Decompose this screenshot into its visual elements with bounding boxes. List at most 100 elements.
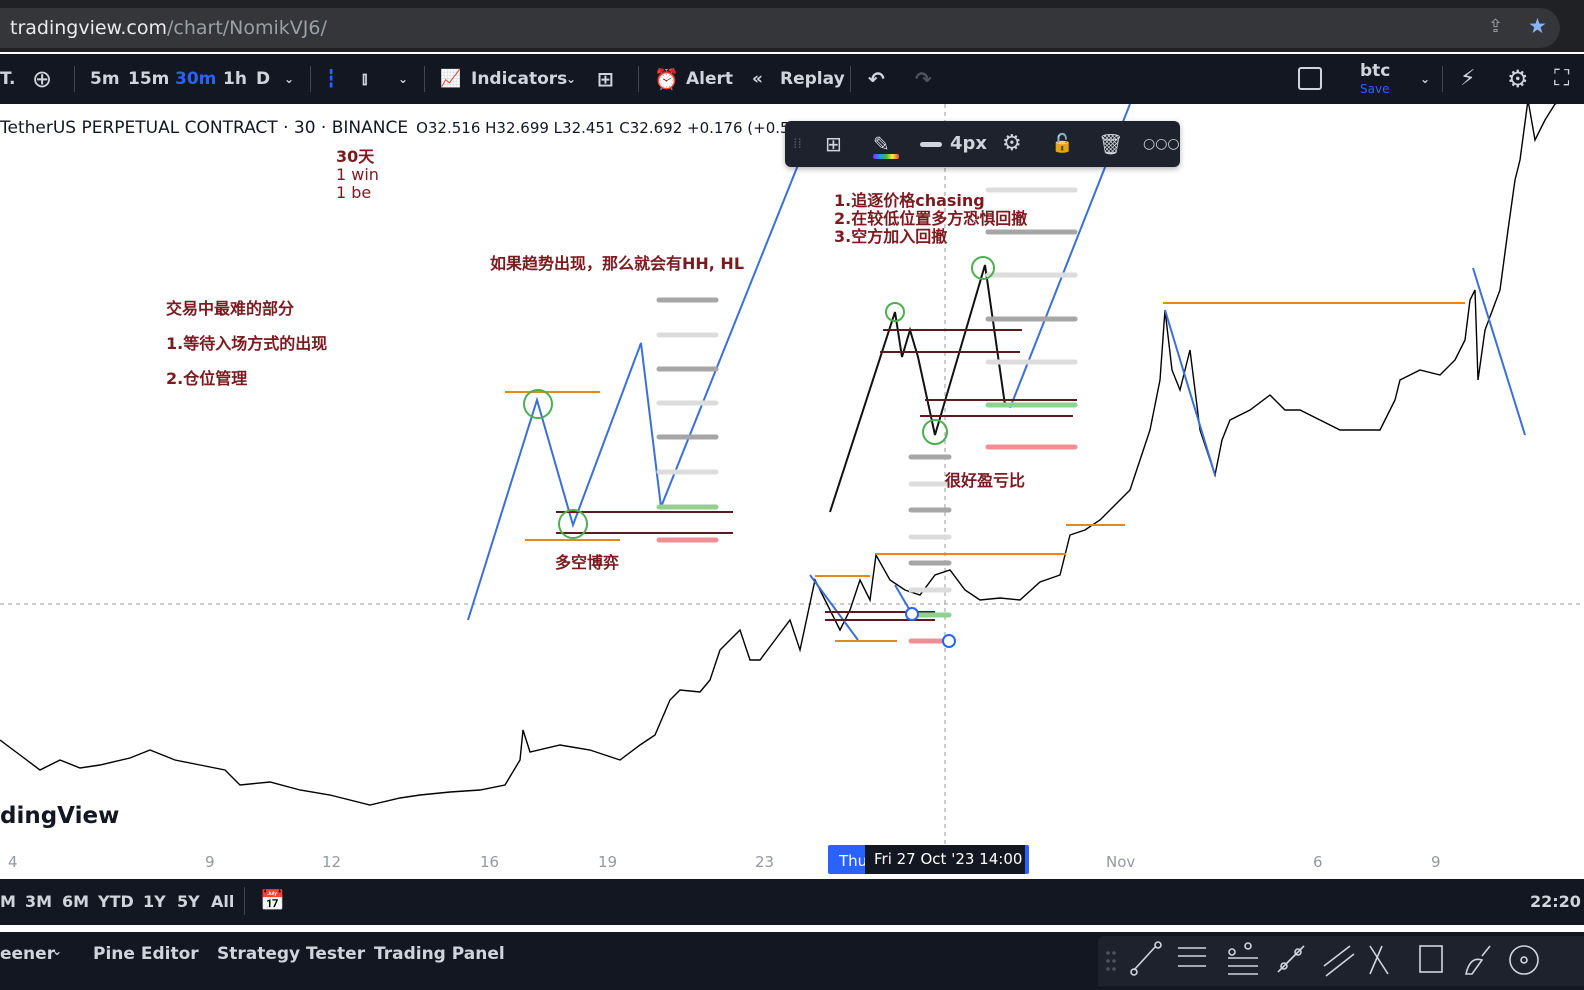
line-width-icon xyxy=(920,142,942,147)
replay-button[interactable]: Replay xyxy=(780,54,845,104)
symbol-search[interactable]: T. xyxy=(0,54,15,104)
range-5y[interactable]: 5Y xyxy=(177,892,200,911)
tab-screener[interactable]: eener xyxy=(0,944,55,964)
brush-tool-icon xyxy=(1465,945,1491,975)
annotation-hardest-1[interactable]: 1.等待入场方式的出现 xyxy=(166,330,327,354)
annotation-hardest-2[interactable]: 2.仓位管理 xyxy=(166,365,247,389)
tradingview-watermark: dingView xyxy=(0,803,120,829)
undo-icon[interactable]: ↶ xyxy=(868,54,885,104)
favorite-drawing-tools xyxy=(1098,936,1584,986)
symbol-title[interactable]: TetherUS PERPETUAL CONTRACT · 30 · BINAN… xyxy=(0,118,408,138)
annotation-days: 30天 xyxy=(336,147,375,166)
gear-icon[interactable]: ⚙ xyxy=(1002,121,1022,167)
interval-30m[interactable]: 30m xyxy=(175,54,216,104)
color-swatch xyxy=(873,154,899,159)
tab-pine-editor[interactable]: Pine Editor xyxy=(93,944,199,964)
compare-plus-icon[interactable]: ⊕ xyxy=(32,54,52,104)
annotation-battle[interactable]: 多空博弈 xyxy=(555,549,619,573)
hh-hl-zigzag xyxy=(467,159,801,621)
crosshair-prev-label: Thu xyxy=(839,852,868,870)
layout-grid-icon[interactable]: ⊞ xyxy=(597,54,614,104)
indicators-button[interactable]: Indicators xyxy=(471,54,567,104)
time-tick: 9 xyxy=(1431,853,1441,871)
url-path: /chart/NomikVJ6/ xyxy=(166,17,327,39)
interval-15m[interactable]: 15m xyxy=(128,54,169,104)
candles-icon[interactable]: ⫾ xyxy=(362,54,367,104)
chevron-down-icon[interactable]: ⌄ xyxy=(52,944,62,958)
annotation-list[interactable]: 1.追逐价格chasing 2.在较低位置多方恐惧回撤 3.空方加入回撤 xyxy=(834,192,1027,246)
trend-line-tool-icon xyxy=(1130,941,1162,976)
annotation-hardest-title[interactable]: 交易中最难的部分 xyxy=(166,295,294,319)
fib-channel-tool-icon xyxy=(1323,945,1355,977)
alarm-clock-icon[interactable]: ⏰ xyxy=(654,54,679,104)
trash-icon[interactable]: 🗑 xyxy=(1098,121,1123,167)
go-to-date-icon[interactable]: 📅 xyxy=(260,888,285,912)
interval-d[interactable]: D xyxy=(256,54,270,104)
fullscreen-square-icon[interactable] xyxy=(1298,67,1322,90)
star-icon[interactable]: ★ xyxy=(1528,14,1547,38)
address-bar[interactable]: tradingview.com/chart/NomikVJ6/ xyxy=(0,8,1560,48)
chart-canvas[interactable]: 30天 1 win 1 be 交易中最难的部分 1.等待入场方式的出现 2.仓位… xyxy=(0,104,1584,879)
browser-chrome: tradingview.com/chart/NomikVJ6/ ⇪ ★ xyxy=(0,0,1584,52)
divider xyxy=(244,887,245,915)
annotation-be: 1 be xyxy=(336,183,372,202)
interval-1h[interactable]: 1h xyxy=(223,54,247,104)
drag-handle-icon xyxy=(1106,951,1116,971)
redo-icon[interactable]: ↷ xyxy=(915,54,932,104)
symbol-legend: TetherUS PERPETUAL CONTRACT · 30 · BINAN… xyxy=(0,118,799,138)
url-host: tradingview.com xyxy=(10,17,167,39)
share-icon[interactable]: ⇪ xyxy=(1488,16,1503,37)
chart-drawings[interactable] xyxy=(0,104,1584,879)
annotation-list-2: 2.在较低位置多方恐惧回撤 xyxy=(834,209,1028,228)
annotation-list-3: 3.空方加入回撤 xyxy=(834,227,948,246)
horizontal-lines-tool-icon xyxy=(1178,947,1206,967)
chevron-down-icon[interactable]: ⌄ xyxy=(284,54,294,104)
unlock-icon[interactable]: 🔓 xyxy=(1051,121,1073,167)
swing-circles xyxy=(523,256,995,539)
annotation-stats[interactable]: 30天 1 win 1 be xyxy=(336,148,379,202)
indicators-icon[interactable]: 📈 xyxy=(440,54,461,104)
range-ytd[interactable]: YTD xyxy=(98,892,134,911)
circle-tool-icon xyxy=(1509,945,1539,975)
add-to-template-icon[interactable]: ⊞ xyxy=(825,121,842,167)
drawing-floating-toolbar: ⁞⁞ ⊞ ✎ 4px ⚙ 🔓 🗑 ○○○ xyxy=(785,121,1180,167)
chevron-down-icon[interactable]: ⌄ xyxy=(398,54,408,104)
annotation-list-1: 1.追逐价格chasing xyxy=(834,191,985,210)
interval-5m[interactable]: 5m xyxy=(90,54,120,104)
range-1y[interactable]: 1Y xyxy=(143,892,166,911)
pitchfork-tool-icon xyxy=(1228,942,1258,975)
time-tick: 4 xyxy=(8,853,18,871)
fullscreen-icon[interactable]: ⛶ xyxy=(1554,54,1569,104)
bars-style-icon[interactable]: ┇ xyxy=(326,54,336,104)
tab-strategy-tester[interactable]: Strategy Tester xyxy=(217,944,365,964)
chevron-down-icon[interactable]: ⌄ xyxy=(1420,54,1430,104)
line-width-value[interactable]: 4px xyxy=(950,121,987,167)
date-range-bar: M 3M 6M YTD 1Y 5Y All 📅 22:20 xyxy=(0,879,1584,925)
more-icon[interactable]: ○○○ xyxy=(1143,121,1180,167)
time-tick: 6 xyxy=(1313,853,1323,871)
range-1m[interactable]: M xyxy=(0,892,16,911)
range-3m[interactable]: 3M xyxy=(25,892,52,911)
annotation-trend[interactable]: 如果趋势出现，那么就会有HH, HL xyxy=(490,250,744,274)
time-tick: 19 xyxy=(598,853,618,871)
quick-search-icon[interactable]: ⚡ xyxy=(1460,54,1475,104)
time-axis[interactable]: 4 9 12 16 19 23 Nov 6 9 xyxy=(0,845,1584,878)
alert-button[interactable]: Alert xyxy=(686,54,733,104)
drag-handle-icon[interactable]: ⁞⁞ xyxy=(793,121,802,167)
crosshair-date-label: Fri 27 Oct '23 14:00 xyxy=(865,845,1025,874)
trend-line xyxy=(1164,309,1216,476)
time-tick: 9 xyxy=(205,853,215,871)
chevron-down-icon[interactable]: ⌄ xyxy=(566,54,576,104)
gann-tool-icon xyxy=(1369,945,1389,975)
time-tick: 12 xyxy=(322,853,342,871)
pencil-color-icon[interactable]: ✎ xyxy=(873,121,890,167)
gear-icon[interactable]: ⚙ xyxy=(1507,54,1529,104)
parallel-channel-tool-icon xyxy=(1277,945,1305,973)
annotation-good-rr[interactable]: 很好盈亏比 xyxy=(945,467,1025,491)
range-all[interactable]: All xyxy=(211,892,234,911)
tab-trading-panel[interactable]: Trading Panel xyxy=(374,944,505,964)
rewind-icon[interactable]: « xyxy=(752,54,763,104)
time-tick: 23 xyxy=(755,853,775,871)
rectangle-tool-icon xyxy=(1419,945,1443,973)
range-6m[interactable]: 6M xyxy=(62,892,89,911)
